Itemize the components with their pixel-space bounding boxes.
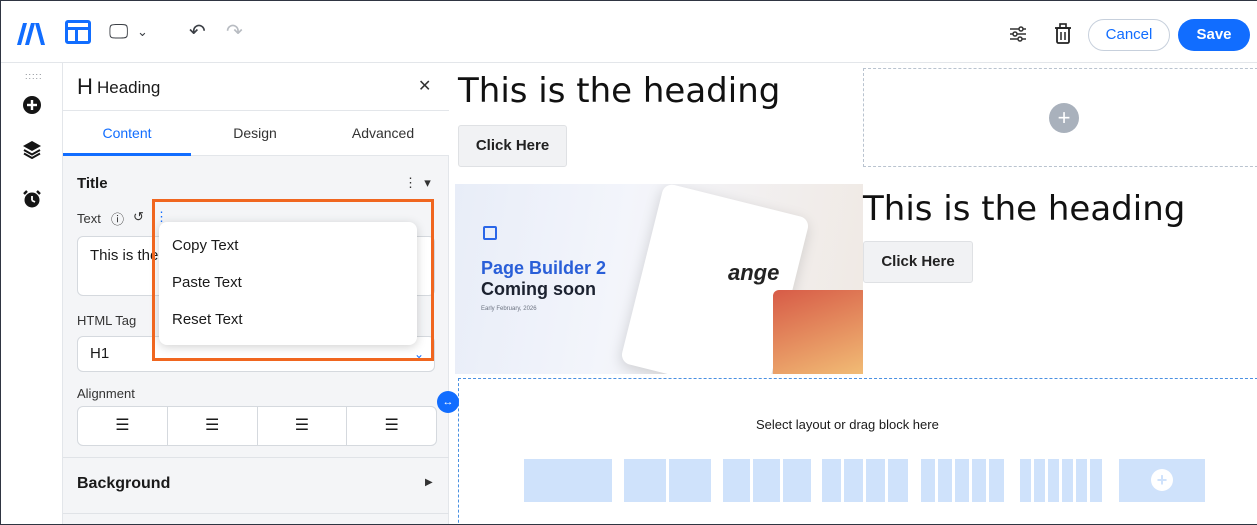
panel-title: Heading xyxy=(97,78,161,97)
heading-icon: H xyxy=(77,74,93,99)
layout-1-col[interactable] xyxy=(524,459,612,502)
section-title: Title xyxy=(77,175,108,192)
layout-2-col[interactable] xyxy=(624,459,711,502)
cancel-button[interactable]: Cancel xyxy=(1088,19,1170,51)
wix-logo-icon[interactable] xyxy=(15,19,47,47)
heading-text[interactable]: This is the heading xyxy=(863,189,1185,229)
alarm-icon[interactable] xyxy=(22,189,42,209)
promo-image[interactable]: Page Builder 2 Coming soon Early Februar… xyxy=(455,184,863,374)
tab-content[interactable]: Content xyxy=(63,111,191,156)
section-menu-icon[interactable]: ⋮ ▾ xyxy=(404,175,431,191)
align-left-icon[interactable]: ☰ xyxy=(78,407,168,445)
empty-block-placeholder: + xyxy=(863,68,1257,167)
align-justify-icon[interactable]: ☰ xyxy=(347,407,436,445)
reset-icon[interactable]: ↺ xyxy=(133,209,144,225)
add-icon[interactable] xyxy=(22,95,42,115)
promo-date: Early February, 2026 xyxy=(481,306,537,312)
left-rail: ::::: xyxy=(1,63,63,524)
heading-text[interactable]: This is the heading xyxy=(458,71,780,111)
sliders-icon[interactable] xyxy=(1007,23,1029,45)
layout-3-col[interactable] xyxy=(723,459,811,502)
alignment-group: ☰ ☰ ☰ ☰ xyxy=(77,406,437,446)
resize-handle-icon[interactable]: ↔ xyxy=(437,391,459,413)
layout-4-col[interactable] xyxy=(822,459,908,502)
divider xyxy=(63,513,449,514)
undo-icon[interactable]: ↶ xyxy=(189,19,206,45)
layout-5-col[interactable] xyxy=(921,459,1004,502)
promo-artwork xyxy=(773,290,863,374)
text-field-label: Text xyxy=(77,211,101,226)
layers-icon[interactable] xyxy=(22,139,42,159)
alignment-label: Alignment xyxy=(77,386,135,401)
background-section[interactable]: Background xyxy=(77,475,170,493)
align-right-icon[interactable]: ☰ xyxy=(258,407,348,445)
highlight-annotation xyxy=(152,199,434,361)
layout-options: + xyxy=(524,459,1224,502)
promo-subtitle: Coming soon xyxy=(481,279,596,299)
html-tag-value: H1 xyxy=(90,345,110,362)
redo-icon[interactable]: ↷ xyxy=(226,19,243,45)
layout-icon[interactable] xyxy=(65,20,91,44)
panel-header: H Heading ✕ xyxy=(63,63,449,111)
editor-window: 🖵 ⌄ ↶ ↷ Cancel Save ::::: H Heading ✕ Co… xyxy=(0,0,1257,525)
html-tag-label: HTML Tag xyxy=(77,313,137,328)
panel-tabs: Content Design Advanced xyxy=(63,111,449,156)
promo-title: Page Builder 2 xyxy=(481,258,607,278)
close-icon[interactable]: ✕ xyxy=(418,76,431,96)
click-here-button[interactable]: Click Here xyxy=(863,241,973,283)
page-canvas: This is the heading Click Here + Page Bu… xyxy=(450,63,1257,524)
custom-layout-button[interactable]: + xyxy=(1119,459,1205,502)
chevron-down-icon[interactable]: ⌄ xyxy=(137,19,148,45)
layout-icon xyxy=(483,226,497,240)
divider xyxy=(63,457,449,458)
help-icon[interactable]: ⓘ xyxy=(111,209,124,228)
top-toolbar: 🖵 ⌄ ↶ ↷ Cancel Save xyxy=(1,1,1257,63)
promo-overlay-text: ange xyxy=(728,260,780,285)
add-block-icon[interactable]: + xyxy=(1049,103,1079,133)
layout-6-col[interactable] xyxy=(1020,459,1102,502)
tab-design[interactable]: Design xyxy=(191,111,319,156)
drag-handle-icon[interactable]: ::::: xyxy=(25,71,43,81)
save-button[interactable]: Save xyxy=(1178,19,1250,51)
chevron-right-icon[interactable]: ▶ xyxy=(425,477,433,488)
desktop-icon[interactable]: 🖵 xyxy=(109,19,128,45)
trash-icon[interactable] xyxy=(1054,23,1072,45)
add-icon: + xyxy=(1151,469,1173,491)
layout-dropzone[interactable]: Select layout or drag block here + xyxy=(458,378,1257,524)
dropzone-text: Select layout or drag block here xyxy=(756,417,939,432)
click-here-button[interactable]: Click Here xyxy=(458,125,567,167)
tab-advanced[interactable]: Advanced xyxy=(319,111,447,156)
align-center-icon[interactable]: ☰ xyxy=(168,407,258,445)
